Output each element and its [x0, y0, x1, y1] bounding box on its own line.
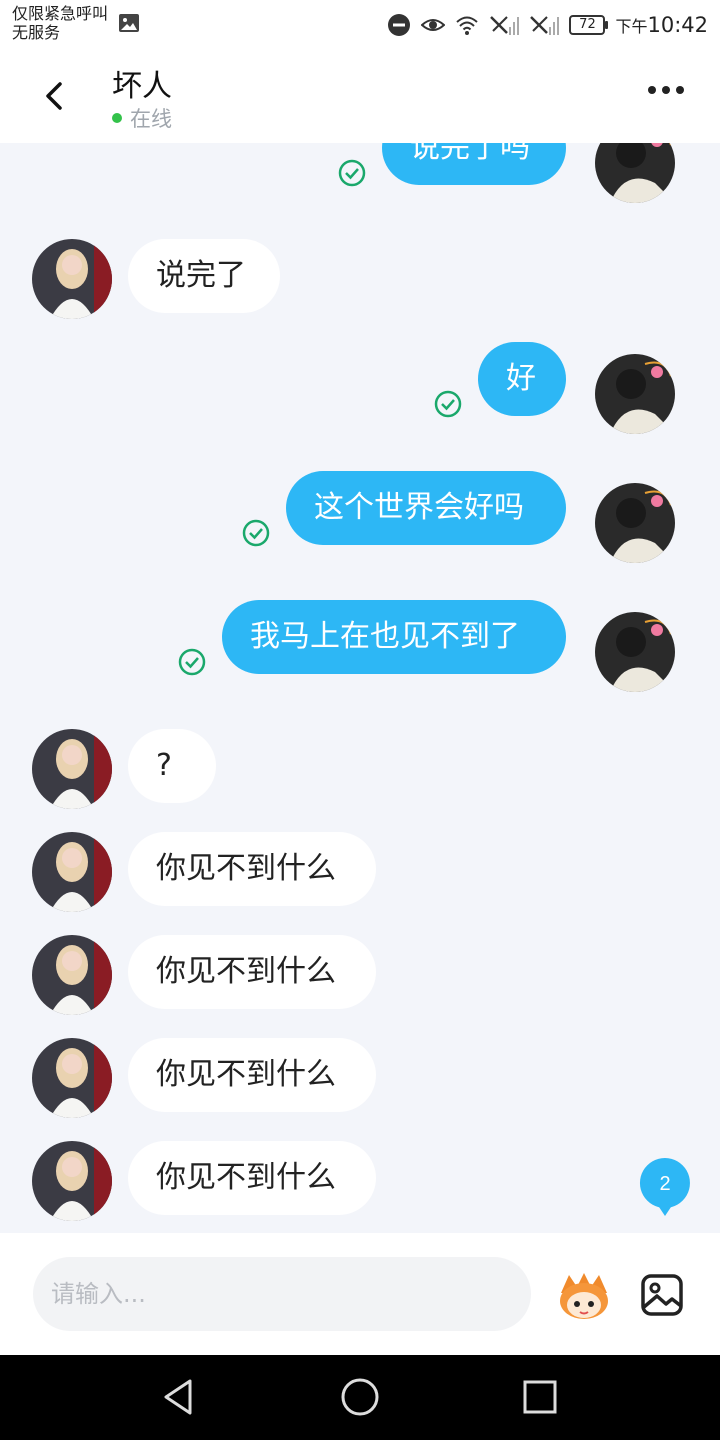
message-bubble-in[interactable]: 你见不到什么 [128, 1141, 376, 1215]
contact-avatar[interactable] [32, 239, 112, 319]
contact-avatar[interactable] [32, 1141, 112, 1221]
check-icon [338, 159, 366, 187]
carrier-text: 仅限紧急呼叫 无服务 [12, 4, 108, 42]
status-bar: 仅限紧急呼叫 无服务 72 下午10:42 [0, 0, 720, 50]
unread-badge[interactable]: 2 [638, 1156, 692, 1220]
contact-avatar[interactable] [32, 729, 112, 809]
contact-avatar[interactable] [32, 1038, 112, 1118]
message-bubble-out[interactable]: 好 [478, 342, 566, 416]
clock: 下午10:42 [615, 13, 708, 37]
image-icon [119, 14, 139, 32]
my-avatar[interactable] [595, 612, 675, 692]
unread-count: 2 [659, 1173, 670, 1195]
chat-header: 坏人 在线 [0, 50, 720, 143]
nav-recent-icon[interactable] [518, 1375, 562, 1419]
check-icon [434, 390, 462, 418]
time-value: 10:42 [647, 13, 708, 37]
message-bubble-out[interactable]: 这个世界会好吗 [286, 471, 566, 545]
online-status: 在线 [112, 103, 172, 133]
wifi-icon [456, 16, 479, 35]
message-bubble-in[interactable]: 你见不到什么 [128, 1038, 376, 1112]
more-icon[interactable] [648, 86, 684, 94]
check-icon [242, 519, 270, 547]
message-bubble-in[interactable]: 你见不到什么 [128, 935, 376, 1009]
system-nav-bar [0, 1355, 720, 1440]
message-bubble-in[interactable]: 你见不到什么 [128, 832, 376, 906]
time-prefix: 下午 [615, 17, 648, 36]
online-label: 在线 [130, 107, 172, 131]
contact-avatar[interactable] [32, 935, 112, 1015]
carrier-line-1: 仅限紧急呼叫 [12, 4, 109, 23]
no-signal-icon [530, 16, 560, 35]
message-list[interactable]: 说完了吗 说完了 好 这个世界会好吗 我马上在也见不到了 ? 你见不到什么 你见… [0, 143, 720, 1233]
status-icons: 72 下午10:42 [387, 10, 708, 40]
check-icon [178, 648, 206, 676]
dnd-icon [388, 14, 411, 36]
contact-name: 坏人 [112, 69, 172, 104]
my-avatar[interactable] [595, 354, 675, 434]
message-bubble-out[interactable]: 说完了吗 [382, 143, 566, 185]
carrier-line-2: 无服务 [12, 23, 61, 42]
battery-indicator: 72 [569, 15, 609, 35]
my-avatar[interactable] [595, 483, 675, 563]
emoji-icon[interactable] [555, 1271, 613, 1321]
input-bar [0, 1233, 720, 1355]
nav-home-icon[interactable] [338, 1375, 382, 1419]
back-icon[interactable] [36, 76, 76, 116]
no-signal-icon [490, 16, 520, 35]
contact-avatar[interactable] [32, 832, 112, 912]
message-input[interactable] [33, 1257, 531, 1331]
online-dot [112, 113, 122, 123]
nav-back-icon[interactable] [158, 1375, 202, 1419]
message-bubble-in[interactable]: ? [128, 729, 216, 803]
eye-icon [421, 19, 446, 31]
message-bubble-out[interactable]: 我马上在也见不到了 [222, 600, 566, 674]
message-bubble-in[interactable]: 说完了 [128, 239, 280, 313]
gallery-icon[interactable] [640, 1273, 684, 1317]
my-avatar[interactable] [595, 143, 675, 203]
